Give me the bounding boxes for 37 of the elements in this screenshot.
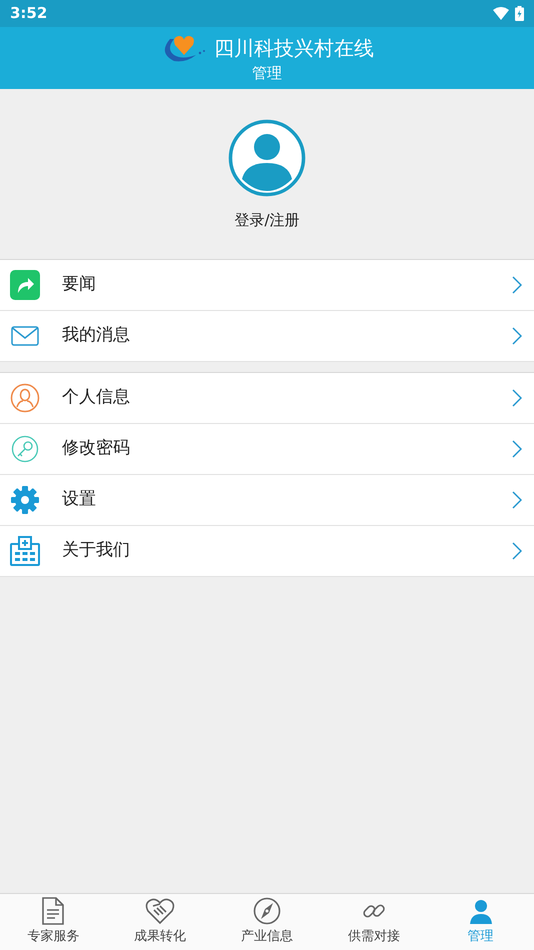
menu-label: 要闻: [62, 272, 97, 296]
person-icon: [10, 382, 40, 412]
hospital-building-icon: [10, 536, 40, 566]
avatar-icon[interactable]: [228, 119, 306, 197]
tab[interactable]: 专家服务: [0, 894, 107, 950]
compass-icon: [252, 897, 281, 926]
document-icon: [41, 897, 66, 926]
menu-label: 个人信息: [62, 386, 131, 409]
menu-item[interactable]: 要闻: [0, 260, 534, 310]
login-link[interactable]: 登录/注册: [234, 209, 300, 232]
menu-item[interactable]: 个人信息: [0, 372, 534, 424]
menu-label: 关于我们: [62, 538, 131, 562]
key-icon: [11, 434, 39, 462]
status-time: 3:52: [10, 3, 48, 24]
tab[interactable]: 供需对接: [320, 894, 428, 950]
settings-icon: [10, 484, 40, 514]
chevron-right-icon: [512, 440, 522, 458]
chevron-right-icon: [512, 542, 522, 560]
menu-label: 我的消息: [62, 324, 131, 347]
menu-item[interactable]: 设置: [0, 474, 534, 526]
wifi-icon: [493, 7, 509, 20]
page-title: 管理: [252, 63, 282, 83]
battery-icon: [515, 6, 524, 21]
menu-label: 修改密码: [62, 436, 131, 460]
chevron-right-icon: [512, 326, 522, 344]
app-title: 四川科技兴村在线: [214, 35, 374, 61]
tab[interactable]: 成果转化: [106, 894, 214, 950]
chevron-right-icon: [512, 490, 522, 508]
chevron-right-icon: [512, 276, 522, 294]
heart-handshake-icon: [145, 897, 176, 926]
mail-icon: [11, 326, 39, 346]
tab[interactable]: 产业信息: [214, 894, 320, 950]
chevron-right-icon: [512, 388, 522, 406]
menu-item[interactable]: 关于我们: [0, 526, 534, 576]
menu-label: 设置: [62, 488, 97, 511]
menu-item[interactable]: 修改密码: [0, 424, 534, 474]
menu-item[interactable]: 我的消息: [0, 310, 534, 362]
